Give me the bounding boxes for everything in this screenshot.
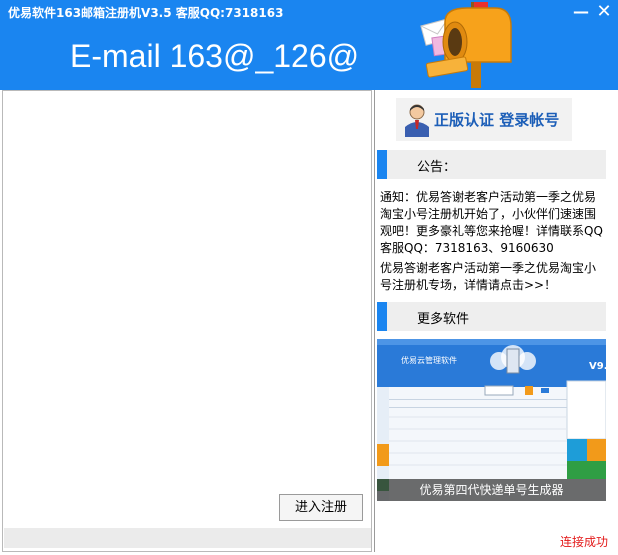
mailbox-icon	[420, 2, 512, 88]
section-marker	[377, 302, 387, 331]
user-avatar-icon	[405, 104, 429, 137]
left-status-bar	[4, 528, 371, 548]
announcement-label: 公告：	[417, 160, 457, 175]
notice-text-1: 通知：优易答谢老客户活动第一季之优易淘宝小号注册机开始了，小伙伴们速速围观吧！更…	[380, 190, 603, 255]
more-software-header: 更多软件	[377, 302, 606, 331]
login-account-button[interactable]: 正版认证 登录帐号	[396, 98, 572, 141]
section-marker	[377, 150, 387, 179]
banner-text: E-mail 163@_126@	[70, 38, 360, 74]
promo-caption: 优易第四代快递单号生成器	[377, 479, 606, 501]
main-work-area	[2, 90, 372, 552]
connection-status: 连接成功	[560, 535, 609, 549]
login-button-label: 正版认证 登录帐号	[434, 111, 560, 129]
promo-banner-title: 优易云管理软件	[401, 355, 457, 365]
close-button[interactable]: ✕	[594, 3, 614, 21]
notice-text-2[interactable]: 优易答谢老客户活动第一季之优易淘宝小号注册机专场，详情请点击>>！	[380, 260, 606, 294]
promo-screenshot: 优易云管理软件 V9.	[377, 339, 606, 501]
window-title: 优易软件163邮箱注册机V3.5 客服QQ:7318163	[8, 6, 284, 20]
promo-version: V9.	[589, 361, 606, 372]
announcement-header: 公告：	[377, 150, 606, 179]
more-software-label: 更多软件	[417, 312, 470, 327]
enter-register-button[interactable]: 进入注册	[279, 494, 363, 521]
promo-image[interactable]: 优易云管理软件 V9. 优易第四代快递单号生成器	[377, 339, 606, 501]
minimize-button[interactable]: —	[571, 3, 591, 21]
